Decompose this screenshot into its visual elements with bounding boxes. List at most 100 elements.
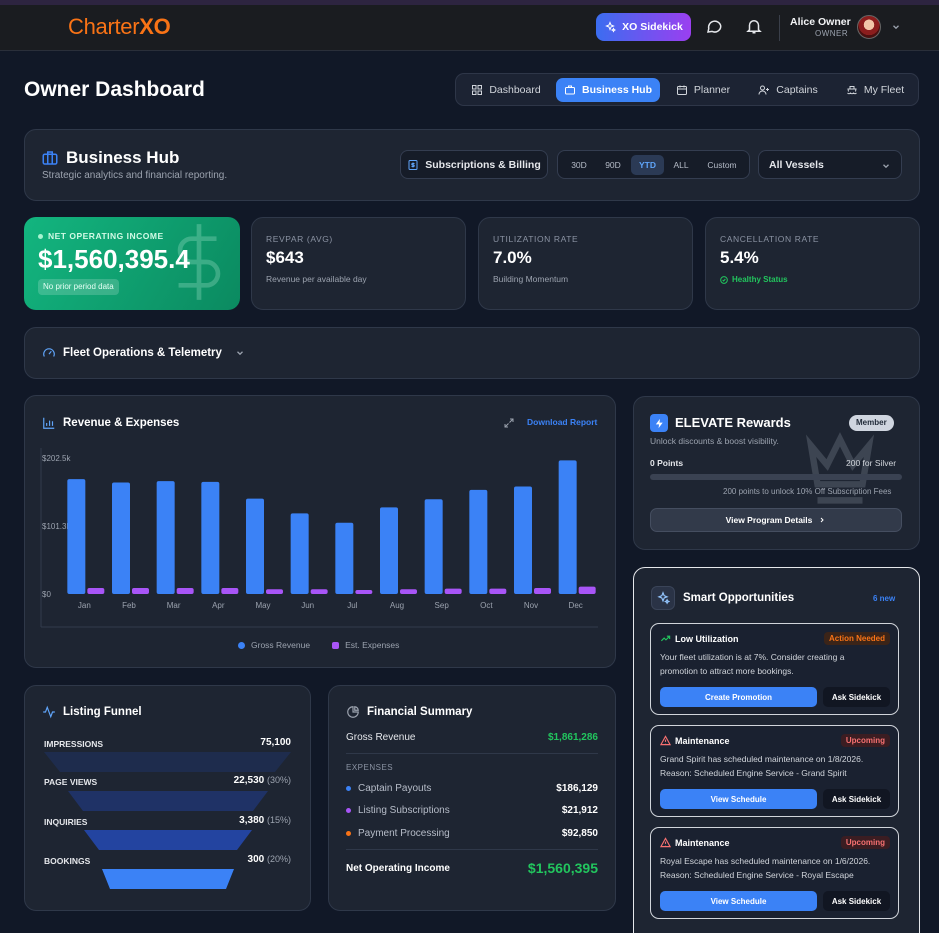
legend-item-expenses: Est. Expenses	[332, 640, 399, 650]
revenue-title-text: Revenue & Expenses	[63, 417, 180, 429]
text-line: Your fleet utilization is at 7%. Conside…	[660, 652, 845, 662]
bar-gross-revenue[interactable]	[112, 482, 130, 594]
xo-sidekick-button[interactable]: XO Sidekick	[596, 13, 691, 41]
tab-business-hub[interactable]: Business Hub	[556, 78, 660, 102]
fleet-operations-header[interactable]: Fleet Operations & Telemetry	[42, 346, 245, 360]
range-90d[interactable]: 90D	[596, 155, 630, 175]
bar-gross-revenue[interactable]	[424, 499, 443, 594]
avatar[interactable]	[857, 15, 881, 39]
healthy-status: Healthy Status	[720, 275, 788, 284]
dollar-doc-icon	[407, 159, 419, 171]
user-name: Alice Owner	[790, 16, 851, 28]
button-label: View Program Details	[725, 515, 813, 525]
bar-expenses[interactable]	[444, 588, 462, 594]
opportunity-title: Low Utilization	[660, 633, 739, 644]
chart-legend: Gross Revenue Est. Expenses	[238, 640, 399, 650]
chevron-down-icon[interactable]	[891, 22, 901, 32]
kpi-note: Healthy Status	[732, 275, 788, 284]
bar-gross-revenue[interactable]	[469, 489, 488, 594]
kpi-value: 7.0%	[493, 248, 532, 267]
bar-gross-revenue[interactable]	[246, 498, 264, 594]
row-label: Listing Subscriptions	[358, 805, 450, 816]
bar-expenses[interactable]	[310, 589, 328, 594]
ask-sidekick-button[interactable]: Ask Sidekick	[823, 891, 890, 911]
rewards-points: 0 Points	[650, 458, 684, 468]
x-tick-label: May	[255, 601, 270, 610]
bar-gross-revenue[interactable]	[67, 479, 86, 594]
subscriptions-billing-button[interactable]: Subscriptions & Billing	[400, 150, 548, 179]
bar-gross-revenue[interactable]	[380, 507, 398, 594]
x-tick-label: Apr	[212, 601, 225, 610]
bar-expenses[interactable]	[578, 586, 596, 594]
lightning-icon	[650, 414, 668, 432]
opportunity-title-text: Maintenance	[675, 735, 730, 746]
bar-expenses[interactable]	[87, 587, 105, 594]
view-schedule-button[interactable]: View Schedule	[660, 891, 817, 911]
range-all[interactable]: ALL	[666, 155, 696, 175]
bar-expenses[interactable]	[489, 588, 507, 594]
revenue-title: Revenue & Expenses	[42, 416, 179, 430]
row-value: $1,560,395	[527, 860, 598, 876]
funnel-stage-value: 75,100	[200, 737, 291, 748]
row-value: $21,912	[561, 805, 598, 816]
main-nav: Dashboard Business Hub Planner Captains …	[455, 73, 919, 106]
grid-icon	[471, 84, 483, 96]
bar-expenses[interactable]	[400, 589, 417, 594]
ask-sidekick-button[interactable]: Ask Sidekick	[823, 687, 890, 707]
range-ytd[interactable]: YTD	[631, 155, 664, 175]
bar-gross-revenue[interactable]	[514, 486, 532, 594]
x-tick-label: Feb	[122, 601, 136, 610]
expense-row: Captain Payouts $186,129	[346, 783, 598, 794]
tab-planner[interactable]: Planner	[668, 78, 738, 102]
rewards-unlock-note: 200 points to unlock 10% Off Subscriptio…	[723, 487, 892, 496]
bell-icon[interactable]	[745, 17, 765, 37]
member-badge: Member	[849, 415, 894, 431]
chevron-right-icon	[818, 516, 826, 524]
bar-gross-revenue[interactable]	[558, 460, 577, 594]
bar-expenses[interactable]	[534, 587, 551, 594]
hub-title-text: Business Hub	[66, 148, 180, 167]
view-schedule-button[interactable]: View Schedule	[660, 789, 817, 809]
briefcase-icon	[41, 149, 59, 167]
chat-icon[interactable]	[705, 17, 725, 37]
brand-logo[interactable]: CharterXO	[68, 14, 171, 40]
bar-expenses[interactable]	[355, 589, 373, 594]
funnel-stage-label: PAGE VIEWS	[44, 777, 98, 787]
bar-gross-revenue[interactable]	[156, 481, 175, 594]
upcoming-badge: Upcoming	[840, 734, 890, 747]
bar-expenses[interactable]	[221, 587, 239, 594]
bar-gross-revenue[interactable]	[201, 481, 220, 594]
live-dot	[38, 233, 43, 239]
funnel-title-text: Listing Funnel	[63, 706, 142, 718]
range-30d[interactable]: 30D	[564, 155, 594, 175]
x-tick-label: Sep	[435, 601, 450, 610]
x-tick-label: Jan	[78, 601, 91, 610]
divider	[346, 849, 598, 850]
tab-dashboard[interactable]: Dashboard	[461, 78, 551, 102]
gross-revenue-row: Gross Revenue $1,861,286	[346, 732, 598, 743]
bar-expenses[interactable]	[176, 587, 194, 594]
bar-gross-revenue[interactable]	[335, 522, 354, 594]
x-tick-label: Nov	[524, 601, 538, 610]
tab-captains[interactable]: Captains	[750, 78, 826, 102]
sparkles-icon	[651, 586, 675, 610]
kpi-label: UTILIZATION RATE	[493, 234, 579, 244]
x-tick-label: Jul	[347, 601, 357, 610]
vessel-filter-select[interactable]: All Vessels	[758, 150, 902, 179]
create-promotion-button[interactable]: Create Promotion	[660, 687, 817, 707]
view-program-details-button[interactable]: View Program Details	[650, 508, 902, 532]
expand-icon[interactable]	[503, 417, 515, 429]
bar-expenses[interactable]	[132, 587, 149, 594]
tab-my-fleet[interactable]: My Fleet	[836, 78, 914, 102]
x-tick-label: Dec	[569, 601, 583, 610]
kpi-value: $643	[266, 248, 304, 267]
range-custom[interactable]: Custom	[700, 155, 744, 175]
bar-gross-revenue[interactable]	[290, 513, 309, 594]
row-value: $1,861,286	[547, 732, 598, 743]
rewards-progress-bar	[650, 474, 902, 480]
row-value: $92,850	[561, 828, 598, 839]
download-report-link[interactable]: Download Report	[527, 417, 597, 427]
bar-expenses[interactable]	[266, 589, 283, 594]
ask-sidekick-button[interactable]: Ask Sidekick	[823, 789, 890, 809]
opportunity-title-text: Low Utilization	[675, 633, 739, 644]
